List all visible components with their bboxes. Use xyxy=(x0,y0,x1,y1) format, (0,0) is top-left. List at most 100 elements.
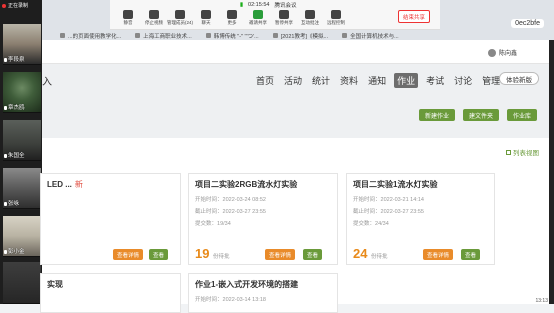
nav-home[interactable]: 首页 xyxy=(254,73,276,88)
homework-library-button[interactable]: 作业库 xyxy=(506,109,537,121)
mute-button[interactable]: 静音 xyxy=(118,10,138,26)
user-name: 陈向鑫 xyxy=(498,51,517,57)
end-share-button[interactable]: 结束共享 xyxy=(398,10,430,23)
meeting-info: ▮ 02:15:54 腾讯会议 xyxy=(240,1,296,9)
new-folder-button[interactable]: 建文件夹 xyxy=(462,109,499,121)
nav-materials[interactable]: 资料 xyxy=(338,73,360,88)
bookmarks-bar: ...的页面使用教学化... 上海工商职业技术... 韩博传统 "-" '"つ'… xyxy=(60,31,399,40)
partial-heading: 入 xyxy=(42,77,52,88)
course-page: 陈向鑫 入 首页 活动 统计 资料 通知 作业 考试 讨论 管理 体验新版 新建… xyxy=(40,40,549,313)
right-edge-panel xyxy=(549,40,554,304)
chat-icon xyxy=(201,10,211,19)
participant-name: 章杰鸥 xyxy=(4,103,25,111)
participant-name: 张咏 xyxy=(4,199,19,207)
grade-button[interactable]: 查看详情 xyxy=(113,249,144,260)
grade-button[interactable]: 查看详情 xyxy=(265,249,296,260)
bookmark-item[interactable]: ...的页面使用教学化... xyxy=(60,32,121,40)
taskbar-clock: 13:13 xyxy=(535,298,548,304)
view-button[interactable]: 查看 xyxy=(461,249,481,260)
bookmark-item[interactable]: [2021教考]《模拟... xyxy=(272,32,328,40)
more-button[interactable]: 更多 xyxy=(222,10,242,26)
microphone-icon xyxy=(4,57,7,62)
view-button[interactable]: 查看 xyxy=(303,249,323,260)
card-submissions: 提交数：24/34 xyxy=(353,221,389,227)
new-share-button[interactable]: 邀请共享 xyxy=(248,10,268,26)
chat-button[interactable]: 聊天 xyxy=(196,10,216,26)
homework-card[interactable]: 实现 xyxy=(40,273,181,313)
bookmark-icon xyxy=(205,33,211,38)
homework-card[interactable]: 作业1-嵌入式开发环境的搭建 开始时间：2022-03-14 13:18 xyxy=(188,273,338,313)
card-footer: 24 份待批 查看详情 查看 xyxy=(347,244,494,264)
participant-name: 彭小金 xyxy=(4,247,25,255)
pending-unit: 份待批 xyxy=(213,254,230,260)
participant-tile[interactable]: 朱国全 xyxy=(3,120,41,161)
pause-icon xyxy=(279,10,289,19)
bookmark-item[interactable]: 全国计算机技术与... xyxy=(342,32,399,40)
card-title: 实现 xyxy=(47,280,63,289)
meeting-time: 02:15:54 xyxy=(248,2,270,8)
homework-card[interactable]: 项目二实验1流水灯实验 开始时间：2022-03-21 14:14 截止时间：2… xyxy=(346,173,495,265)
avatar xyxy=(487,48,496,57)
view-button[interactable]: 查看 xyxy=(149,249,169,260)
bookmark-item[interactable]: 韩博传统 "-" '"つ'... xyxy=(205,32,259,40)
card-deadline: 截止时间：2022-03-27 23:55 xyxy=(195,209,266,215)
card-deadline: 截止时间：2022-03-27 23:55 xyxy=(353,209,424,215)
participant-name: 李段泉 xyxy=(4,55,25,63)
annotate-button[interactable]: 互动批注 xyxy=(300,10,320,26)
annotate-icon xyxy=(305,10,315,19)
pause-share-button[interactable]: 暂停共享 xyxy=(274,10,294,26)
user-menu[interactable]: 陈向鑫 xyxy=(487,48,517,57)
microphone-icon xyxy=(4,201,7,206)
members-icon xyxy=(175,10,185,19)
participant-name: 朱国全 xyxy=(4,151,25,159)
card-title: 作业1-嵌入式开发环境的搭建 xyxy=(195,280,299,289)
share-icon xyxy=(253,10,263,19)
manage-members-button[interactable]: 管理成员(24) xyxy=(167,10,193,26)
stop-video-button[interactable]: 停止视频 xyxy=(144,10,164,26)
card-title: 项目二实验1流水灯实验 xyxy=(353,180,438,189)
list-icon xyxy=(506,149,511,155)
remote-control-icon xyxy=(331,10,341,19)
address-bar[interactable]: 0ec2bfe xyxy=(511,19,544,28)
participant-tile[interactable]: 彭小金 xyxy=(3,216,41,257)
card-footer: 19 份待批 查看详情 查看 xyxy=(189,244,337,264)
bookmark-item[interactable]: 上海工商职业技术... xyxy=(135,32,192,40)
bookmark-icon xyxy=(135,33,141,38)
bookmark-icon xyxy=(342,33,348,38)
card-title: 项目二实验2RGB流水灯实验 xyxy=(195,180,298,189)
grade-button[interactable]: 查看详情 xyxy=(423,249,454,260)
card-footer: 查看详情 查看 xyxy=(41,244,180,264)
participant-tile[interactable]: 张咏 xyxy=(3,168,41,209)
meeting-app-name: 腾讯会议 xyxy=(274,3,297,9)
pending-count: 24 xyxy=(353,246,368,261)
bookmark-icon xyxy=(272,33,278,38)
microphone-icon xyxy=(4,249,7,254)
signal-icon: ▮ xyxy=(240,2,244,8)
experience-new-version-button[interactable]: 体验新版 xyxy=(499,72,539,85)
page-header: 陈向鑫 xyxy=(42,40,549,64)
homework-card[interactable]: 项目二实验2RGB流水灯实验 开始时间：2022-03-24 08:52 截止时… xyxy=(188,173,338,265)
pending-unit: 份待批 xyxy=(371,254,388,260)
microphone-icon xyxy=(4,153,7,158)
participant-tile[interactable]: 李段泉 xyxy=(3,24,41,65)
nav-activity[interactable]: 活动 xyxy=(282,73,304,88)
card-title: LED ... 新 xyxy=(47,180,83,189)
new-homework-button[interactable]: 新建作业 xyxy=(418,109,455,121)
participant-tile[interactable]: 章杰鸥 xyxy=(3,72,41,113)
homework-card[interactable]: LED ... 新 查看详情 查看 xyxy=(40,173,181,265)
card-submissions: 提交数：19/34 xyxy=(195,221,231,227)
pending-count: 19 xyxy=(195,246,210,261)
nav-notice[interactable]: 通知 xyxy=(366,73,388,88)
meeting-toolbar: ▮ 02:15:54 腾讯会议 静音 停止视频 管理成员(24) 聊天 更多 邀… xyxy=(110,0,440,30)
participant-tile[interactable] xyxy=(3,262,41,304)
nav-exam[interactable]: 考试 xyxy=(424,73,446,88)
card-start-time: 开始时间：2022-03-24 08:52 xyxy=(195,197,266,203)
participant-video-strip: 正在录制 李段泉 章杰鸥 朱国全 张咏 彭小金 xyxy=(0,0,42,304)
remote-control-button[interactable]: 远程控制 xyxy=(326,10,346,26)
more-icon xyxy=(227,10,237,19)
nav-statistics[interactable]: 统计 xyxy=(310,73,332,88)
nav-discussion[interactable]: 讨论 xyxy=(452,73,474,88)
list-view-toggle[interactable]: 列表视图 xyxy=(506,147,539,157)
course-nav: 首页 活动 统计 资料 通知 作业 考试 讨论 管理 xyxy=(254,73,502,88)
nav-homework[interactable]: 作业 xyxy=(394,73,419,88)
